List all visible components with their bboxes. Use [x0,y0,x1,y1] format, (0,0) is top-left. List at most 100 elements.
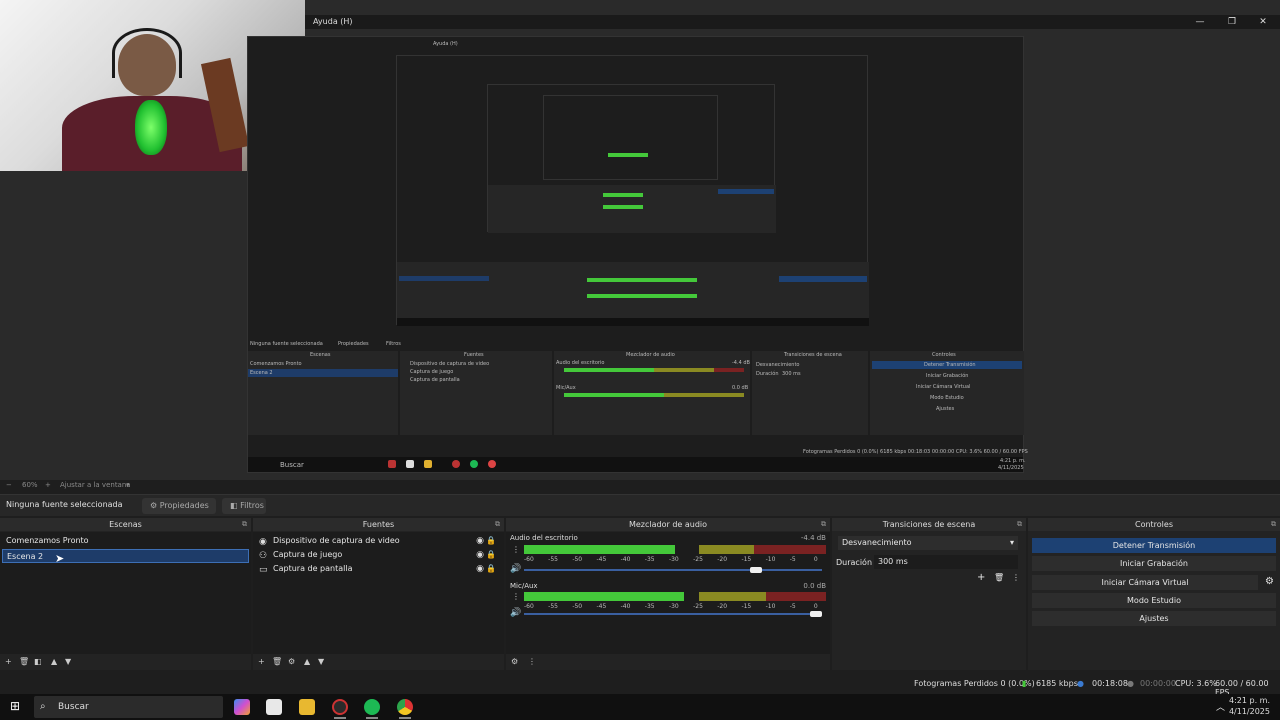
chevron-up-icon[interactable]: ︿ [1216,700,1225,713]
lock-icon[interactable]: 🔒 [486,548,496,562]
taskbar-search[interactable]: ⌕ Buscar [34,696,223,718]
meter-tick-label: -15 [741,603,752,610]
stream-status-icon: ● [1077,679,1084,688]
stop-stream-button[interactable]: Detener Transmisión [1032,538,1276,553]
undock-icon[interactable]: ⧉ [821,518,826,531]
sources-dock: Fuentes ⧉ ◉ Dispositivo de captura de vi… [253,518,504,670]
volume-meter-desktop [524,545,826,554]
meter-tick-label: 0 [813,556,818,563]
undock-icon[interactable]: ⧉ [242,518,247,531]
source-item-screen-capture[interactable]: ▭ Captura de pantalla ◉ 🔒 [257,562,496,576]
meter-level-fill [524,545,675,554]
source-item-game-capture[interactable]: ⚇ Captura de juego ◉ 🔒 [257,548,496,562]
remove-transition-button[interactable]: 🗑 [994,573,1004,582]
preview-area[interactable]: Ayuda (H) — ❐ ✕ Ayuda (H) Ninguna fuente… [0,0,1280,480]
move-source-down-button[interactable]: ▼ [318,657,324,666]
add-scene-button[interactable]: + [5,657,12,666]
search-placeholder: Buscar [58,702,89,712]
volume-slider-mic[interactable] [524,611,822,617]
zoom-in-button[interactable]: + [45,481,51,489]
undock-icon[interactable]: ⧉ [1271,518,1276,531]
meter-tick-label: -20 [717,556,728,563]
scene-item-comenzamos-pronto[interactable]: Comenzamos Pronto [2,534,249,548]
record-time: 00:00:00 [1140,679,1176,688]
add-transition-button[interactable]: + [977,572,985,583]
nested-search: Buscar [280,461,304,469]
speaker-icon[interactable]: 🔊 [510,608,521,618]
nested-sources-dock: Fuentes Dispositivo de captura de video … [400,351,552,435]
properties-label: Propiedades [159,501,209,510]
nested-obs-level2 [396,55,869,326]
meter-level-fill [524,592,685,601]
copilot-icon[interactable] [234,699,250,715]
store-icon[interactable] [266,699,282,715]
volume-slider-desktop[interactable] [524,567,822,573]
track-db-mic: 0.0 dB [803,582,826,590]
zoom-out-button[interactable]: − [6,481,12,489]
eye-icon[interactable]: ◉ [476,562,484,576]
mixer-title: Mezclador de audio [628,520,708,529]
nested-scene-1: Comenzamos Pronto [250,361,302,367]
meter-ticks: -60 -55 -50 -45 -40 -35 -30 -25 -20 -15 -10 -5 0 [524,556,826,563]
studio-mode-button[interactable]: Modo Estudio [1032,593,1276,608]
chrome-icon[interactable] [397,699,413,715]
add-source-button[interactable]: + [258,657,265,666]
mixer-menu-icon[interactable]: ⋮ [528,657,536,666]
mixer-settings-icon[interactable]: ⚙ [511,657,518,666]
windows-start-icon[interactable]: ⊞ [10,699,20,713]
filters-button[interactable]: ◧ Filtros [222,498,266,514]
transitions-title: Transiciones de escena [882,520,976,529]
lock-icon[interactable]: 🔒 [486,534,496,548]
speaker-icon[interactable]: 🔊 [510,564,521,574]
meter-tick-label: -30 [668,556,679,563]
duration-input[interactable]: 300 ms [874,555,1018,569]
transition-menu-icon[interactable]: ⋮ [1012,573,1020,582]
nested-track2: Mic/Aux [556,385,576,391]
start-virtual-camera-button[interactable]: Iniciar Cámara Virtual [1032,575,1258,590]
scenes-list: Comenzamos Pronto Escena 2 ➤ [0,532,251,654]
chevron-down-icon[interactable]: ▾ [126,481,130,489]
remove-source-button[interactable]: 🗑 [272,657,282,666]
controls-header: Controles ⧉ [1028,518,1280,531]
remove-scene-button[interactable]: 🗑 [19,657,29,666]
file-explorer-icon[interactable] [299,699,315,715]
volume-slider-handle[interactable] [750,567,763,573]
meter-tick-label: -25 [693,603,703,610]
meter-tick-label: -40 [620,556,631,563]
source-properties-button[interactable]: ⚙ [288,657,295,666]
source-item-video-capture[interactable]: ◉ Dispositivo de captura de video ◉ 🔒 [257,534,496,548]
mouse-cursor-icon: ➤ [55,552,65,565]
move-source-up-button[interactable]: ▲ [304,657,310,666]
undock-icon[interactable]: ⧉ [495,518,500,531]
nested-mixer-dock: Mezclador de audio Audio del escritorio … [554,351,750,435]
eye-icon[interactable]: ◉ [476,548,484,562]
status-bar: Fotogramas Perdidos 0 (0.0%) ▮ 6185 kbps… [0,676,1280,697]
volume-slider-handle[interactable] [810,611,822,617]
scenes-title: Escenas [109,520,142,529]
settings-button[interactable]: Ajustes [1032,611,1276,626]
nested-source-3: Captura de pantalla [410,377,460,383]
lock-icon[interactable]: 🔒 [486,562,496,576]
move-scene-down-button[interactable]: ▼ [65,657,71,666]
properties-button[interactable]: ⚙ Propiedades [142,498,216,514]
meter-tick-label: -45 [596,603,607,610]
start-recording-button[interactable]: Iniciar Grabación [1032,556,1276,571]
obs-icon[interactable] [332,699,348,715]
active-indicator [366,717,378,719]
undock-icon[interactable]: ⧉ [1017,518,1022,531]
move-scene-up-button[interactable]: ▲ [51,657,57,666]
track-menu-icon[interactable]: ⋮ [512,592,520,601]
transition-select[interactable]: Desvanecimiento ▾ [838,536,1018,550]
nested-window-title: Ayuda (H) [313,17,353,26]
spotify-icon[interactable] [364,699,380,715]
gear-icon[interactable]: ⚙ [1265,576,1274,587]
nested-source-1: Dispositivo de captura de video [410,361,490,367]
fit-window-button[interactable]: Ajustar a la ventana [60,481,131,489]
scene-filters-button[interactable]: ◧ [34,657,42,666]
record-status-icon: ● [1127,679,1134,688]
eye-icon[interactable]: ◉ [476,534,484,548]
meter-tick-label: -55 [548,556,558,563]
track-menu-icon[interactable]: ⋮ [512,545,520,554]
no-source-label: Ninguna fuente seleccionada [6,500,123,509]
scene-item-escena-2[interactable]: Escena 2 [2,549,249,563]
